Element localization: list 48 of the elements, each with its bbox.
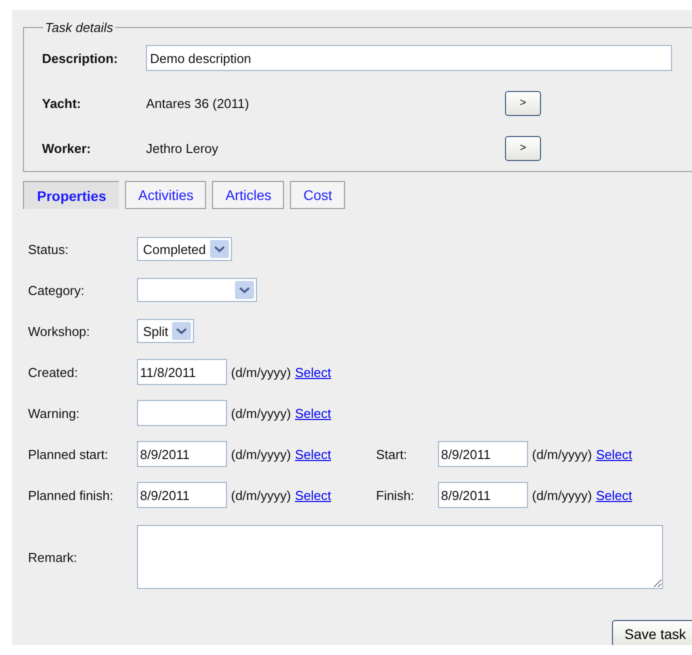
browse-button[interactable]: > [505,136,541,160]
date-field[interactable]: 8/9/2011 [137,441,227,467]
chevron-down-icon[interactable] [172,322,192,340]
field-label: Finish: [376,488,416,502]
remark-field[interactable] [137,525,663,589]
date-format-hint: (d/m/yyyy) [231,406,291,420]
date-format-hint: (d/m/yyyy) [231,488,291,502]
field-label: Category: [28,282,86,298]
select-date-link[interactable]: Select [596,446,632,462]
date-field[interactable]: 8/9/2011 [438,441,528,467]
date-format-hint: (d/m/yyyy) [231,446,291,462]
field-label: Planned start: [28,446,110,462]
tab[interactable]: Articles [212,181,284,209]
field-label: Created: [28,364,79,380]
date-field[interactable] [137,400,227,426]
tab[interactable]: Cost [290,181,346,209]
chevron-down-icon[interactable] [210,240,229,258]
browse-button[interactable]: > [505,90,541,116]
field-value: Jethro Leroy [146,140,220,156]
field-label: Start: [376,446,408,462]
field-label: Description: [42,50,119,66]
field-label: Warning: [28,406,81,420]
select-date-link[interactable]: Select [596,488,632,502]
date-field[interactable]: 8/9/2011 [438,482,528,508]
field-label: Planned finish: [28,488,114,502]
field-label: Yacht: [42,96,82,110]
dropdown[interactable]: Split [137,319,194,343]
date-format-hint: (d/m/yyyy) [231,364,291,380]
date-format-hint: (d/m/yyyy) [532,488,592,502]
dropdown[interactable]: Completed [137,237,232,261]
field-label: Remark: [28,550,78,564]
tab[interactable]: Activities [125,181,206,209]
tab[interactable]: Properties [23,181,120,209]
chevron-down-icon[interactable] [235,281,254,299]
field-label: Workshop: [28,324,91,338]
save-button[interactable]: Save task [612,620,692,645]
description-field[interactable]: Demo description [146,45,672,71]
select-date-link[interactable]: Select [294,364,332,380]
field-label: Status: [28,242,70,256]
select-date-link[interactable]: Select [294,406,332,420]
date-field[interactable]: 8/9/2011 [137,482,227,508]
select-date-link[interactable]: Select [294,488,332,502]
field-value: Antares 36 (2011) [146,96,250,110]
select-date-link[interactable]: Select [294,446,332,462]
date-field[interactable]: 11/8/2011 [137,359,227,385]
field-label: Worker: [42,140,92,156]
date-format-hint: (d/m/yyyy) [532,446,592,462]
group-legend: Task details [43,20,116,35]
